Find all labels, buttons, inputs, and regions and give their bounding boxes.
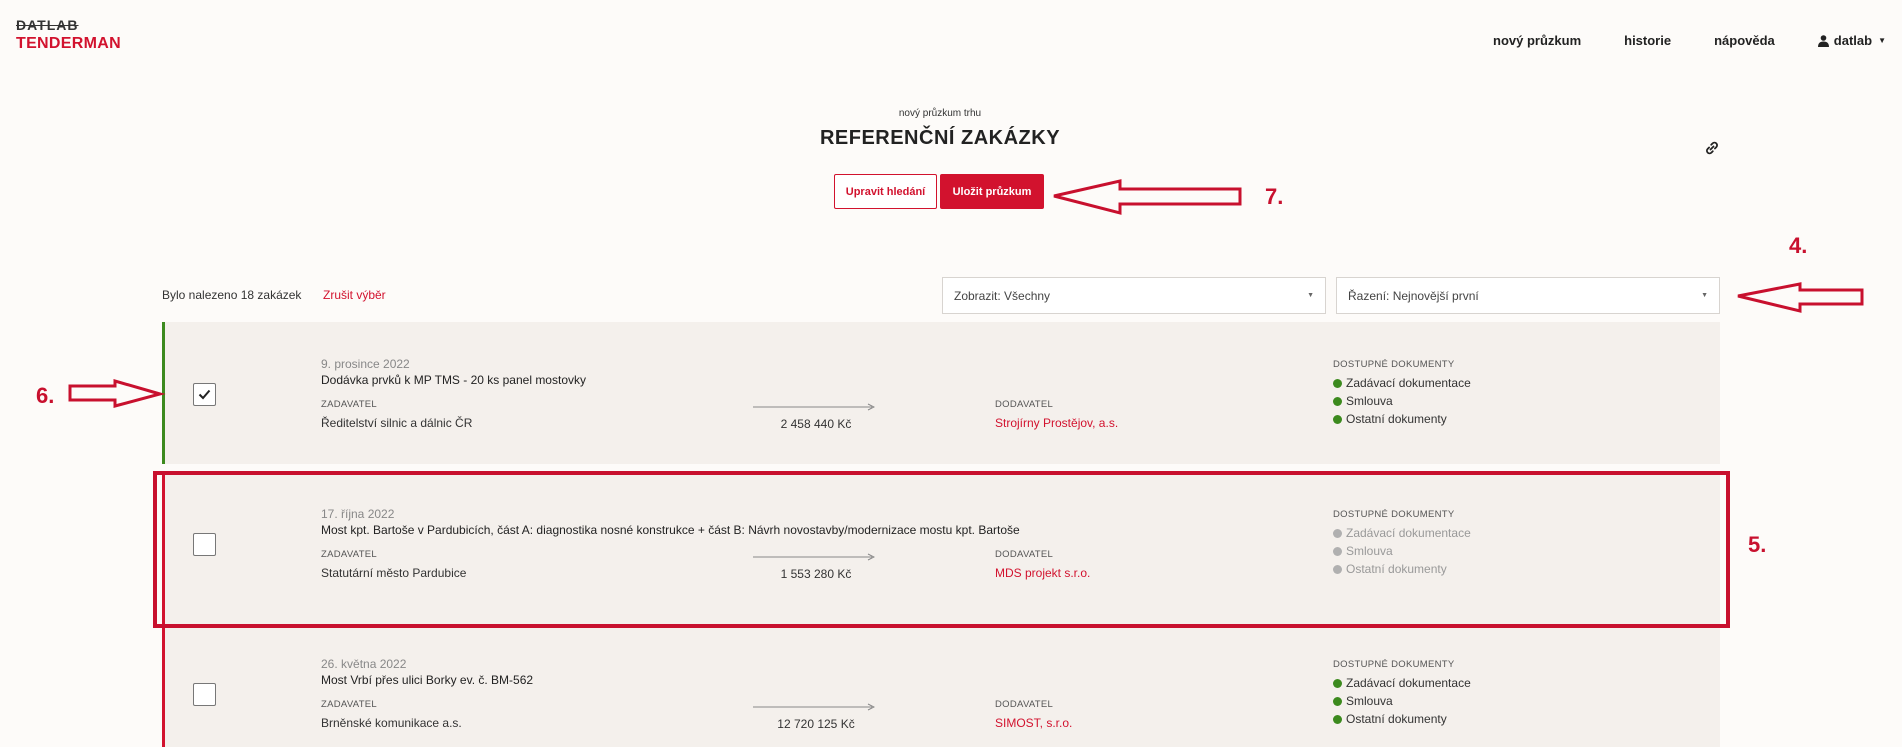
annotation-number-4: 4.	[1789, 233, 1808, 258]
annotation-arrow-7	[1053, 179, 1242, 215]
annotation-arrows	[68, 179, 1864, 408]
annotation-number-6: 6.	[36, 383, 55, 408]
annotation-number-5: 5.	[1748, 532, 1767, 557]
annotation-number-7: 7.	[1265, 184, 1284, 209]
annotation-arrow-6	[68, 379, 166, 408]
annotation-arrow-4	[1737, 282, 1864, 313]
